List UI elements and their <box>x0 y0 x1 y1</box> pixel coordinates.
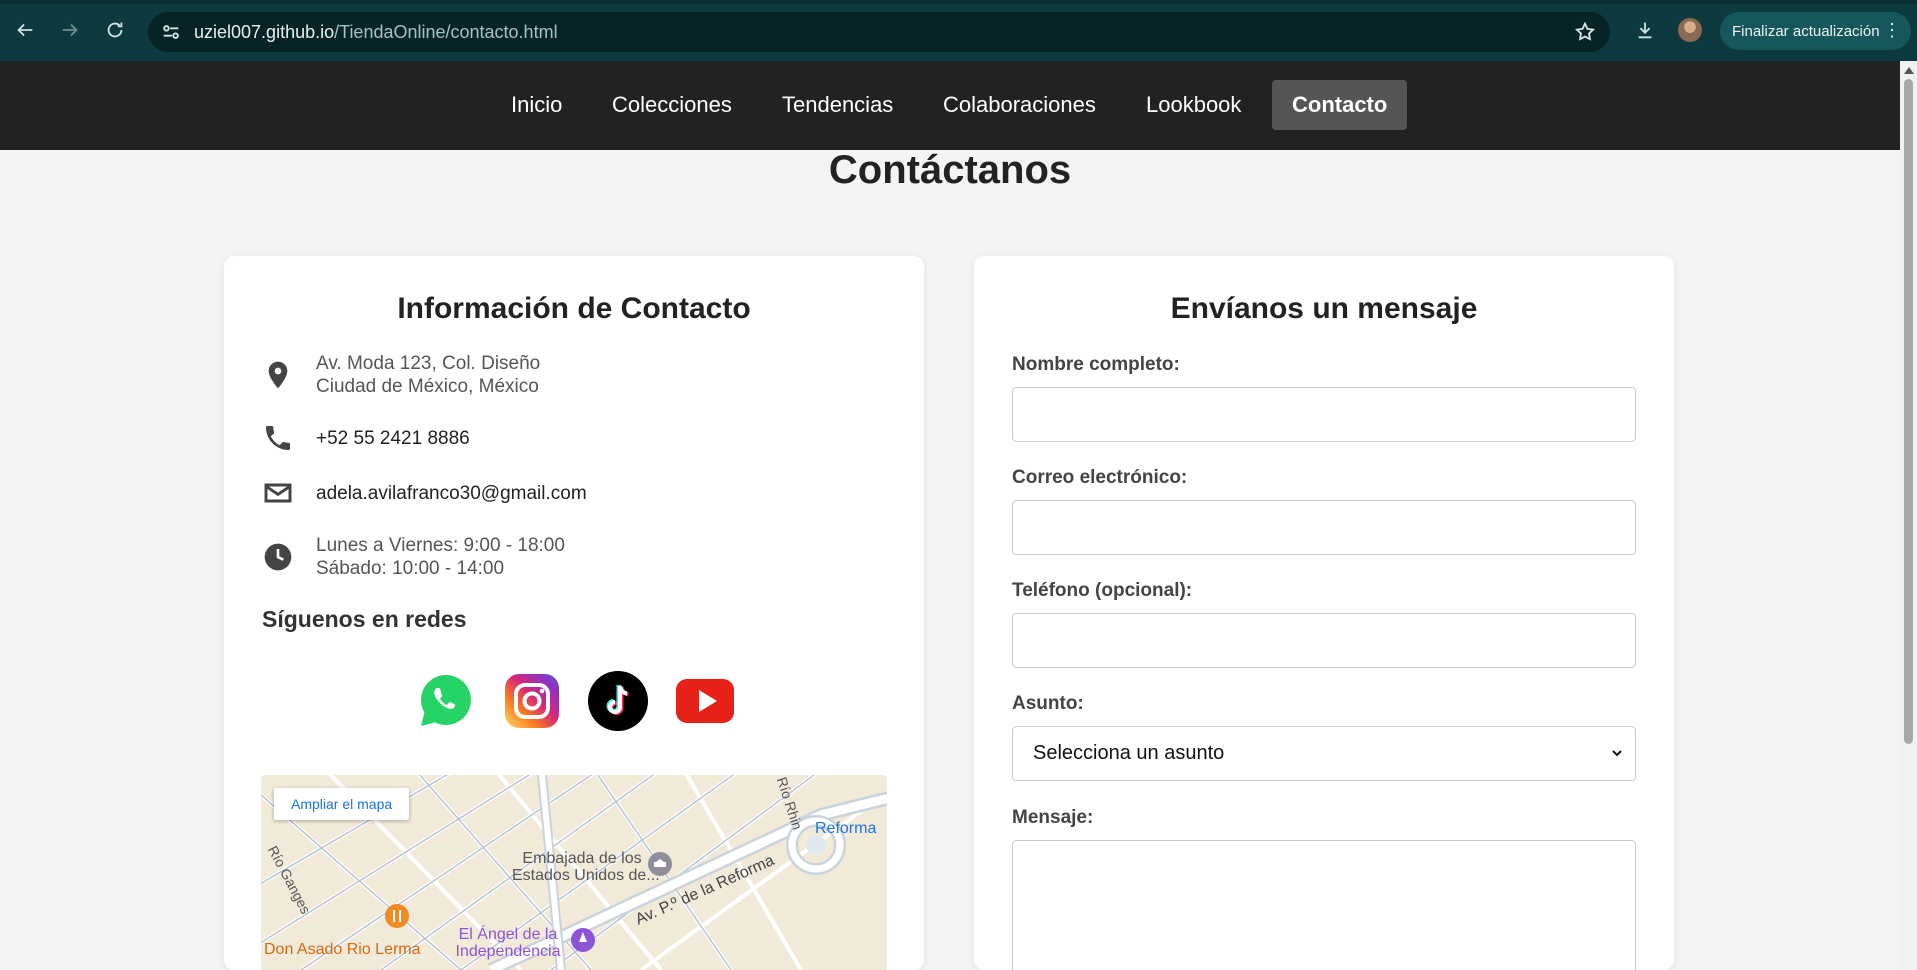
nav-item-tendencias[interactable]: Tendencias <box>762 80 913 130</box>
tab-strip <box>0 0 1917 4</box>
nav-item-colaboraciones[interactable]: Colaboraciones <box>923 80 1116 130</box>
more-menu-icon[interactable]: ⋮ <box>1883 20 1901 41</box>
url-text[interactable]: uziel007.github.io/TiendaOnline/contacto… <box>194 22 558 43</box>
contact-info-card: Información de Contacto Av. Moda 123, Co… <box>224 256 924 970</box>
phone-text: +52 55 2421 8886 <box>316 427 470 449</box>
back-icon[interactable] <box>11 16 39 44</box>
phone-row: +52 55 2421 8886 <box>262 422 470 454</box>
forward-icon[interactable] <box>56 16 84 44</box>
map-label-embassy-1: Embajada de los <box>522 850 642 867</box>
subject-select[interactable]: Selecciona un asunto <box>1012 726 1636 781</box>
map-label-restaurant: Don Asado Rio Lerma <box>264 941 421 958</box>
subject-label: Asunto: <box>1012 693 1084 714</box>
map-label-angel-1: El Ángel de la <box>458 926 558 943</box>
scroll-up-arrow-icon[interactable] <box>1904 67 1914 74</box>
map-label-angel-2: Independencia <box>455 943 561 960</box>
enlarge-map-button[interactable]: Ampliar el mapa <box>274 788 410 820</box>
clock-icon <box>262 541 294 573</box>
embedded-map[interactable]: Embajada de los Estados Unidos de... Ref… <box>261 775 887 970</box>
social-heading: Síguenos en redes <box>262 606 467 632</box>
email-row: adela.avilafranco30@gmail.com <box>262 477 587 509</box>
update-button-label: Finalizar actualización <box>1732 22 1880 40</box>
reload-icon[interactable] <box>101 16 129 44</box>
address-bar[interactable]: uziel007.github.io/TiendaOnline/contacto… <box>148 12 1610 52</box>
email-input[interactable] <box>1012 500 1636 555</box>
address-line-2: Ciudad de México, México <box>316 376 539 397</box>
phone-icon <box>262 422 294 454</box>
message-textarea[interactable] <box>1012 840 1636 970</box>
instagram-icon[interactable] <box>501 670 563 732</box>
nav-item-contacto[interactable]: Contacto <box>1272 80 1408 130</box>
download-icon[interactable] <box>1631 16 1659 44</box>
contact-info-heading: Información de Contacto <box>397 292 751 325</box>
map-label-embassy-2: Estados Unidos de... <box>512 867 660 884</box>
tiktok-icon[interactable] <box>587 670 649 732</box>
phone-label: Teléfono (opcional): <box>1012 580 1193 601</box>
hours-row: Lunes a Viernes: 9:00 - 18:00 Sábado: 10… <box>262 534 565 580</box>
scroll-thumb[interactable] <box>1904 79 1913 744</box>
hours-line-2: Sábado: 10:00 - 14:00 <box>316 558 505 579</box>
update-button[interactable]: Finalizar actualización ⋮ <box>1720 12 1911 50</box>
nav-item-lookbook[interactable]: Lookbook <box>1126 80 1261 130</box>
youtube-icon[interactable] <box>674 670 736 732</box>
name-input[interactable] <box>1012 387 1636 442</box>
page-title: Contáctanos <box>828 148 1072 192</box>
message-label: Mensaje: <box>1012 807 1094 828</box>
envelope-icon <box>262 477 294 509</box>
profile-avatar[interactable] <box>1678 18 1702 42</box>
page-scrollbar[interactable] <box>1900 61 1917 970</box>
address-line-1: Av. Moda 123, Col. Diseño <box>316 353 541 374</box>
site-settings-icon[interactable] <box>160 21 182 43</box>
address-row: Av. Moda 123, Col. Diseño Ciudad de Méxi… <box>262 352 540 398</box>
email-text: adela.avilafranco30@gmail.com <box>316 482 587 504</box>
browser-chrome: uziel007.github.io/TiendaOnline/contacto… <box>0 0 1917 61</box>
nav-item-inicio[interactable]: Inicio <box>491 80 582 130</box>
bookmark-star-icon[interactable] <box>1574 21 1596 43</box>
email-label: Correo electrónico: <box>1012 467 1188 488</box>
chevron-down-icon <box>1612 750 1622 757</box>
form-heading: Envíanos un mensaje <box>1170 292 1478 325</box>
location-pin-icon <box>262 359 294 391</box>
name-label: Nombre completo: <box>1012 354 1180 375</box>
subject-selected-value: Selecciona un asunto <box>1033 742 1225 764</box>
map-label-reforma: Reforma <box>815 820 877 837</box>
phone-input[interactable] <box>1012 613 1636 668</box>
whatsapp-icon[interactable] <box>415 670 477 732</box>
nav-item-colecciones[interactable]: Colecciones <box>592 80 752 130</box>
site-navbar: Inicio Colecciones Tendencias Colaboraci… <box>0 61 1900 150</box>
hours-line-1: Lunes a Viernes: 9:00 - 18:00 <box>316 535 565 556</box>
contact-form-card: Envíanos un mensaje Nombre completo: Cor… <box>974 256 1674 970</box>
